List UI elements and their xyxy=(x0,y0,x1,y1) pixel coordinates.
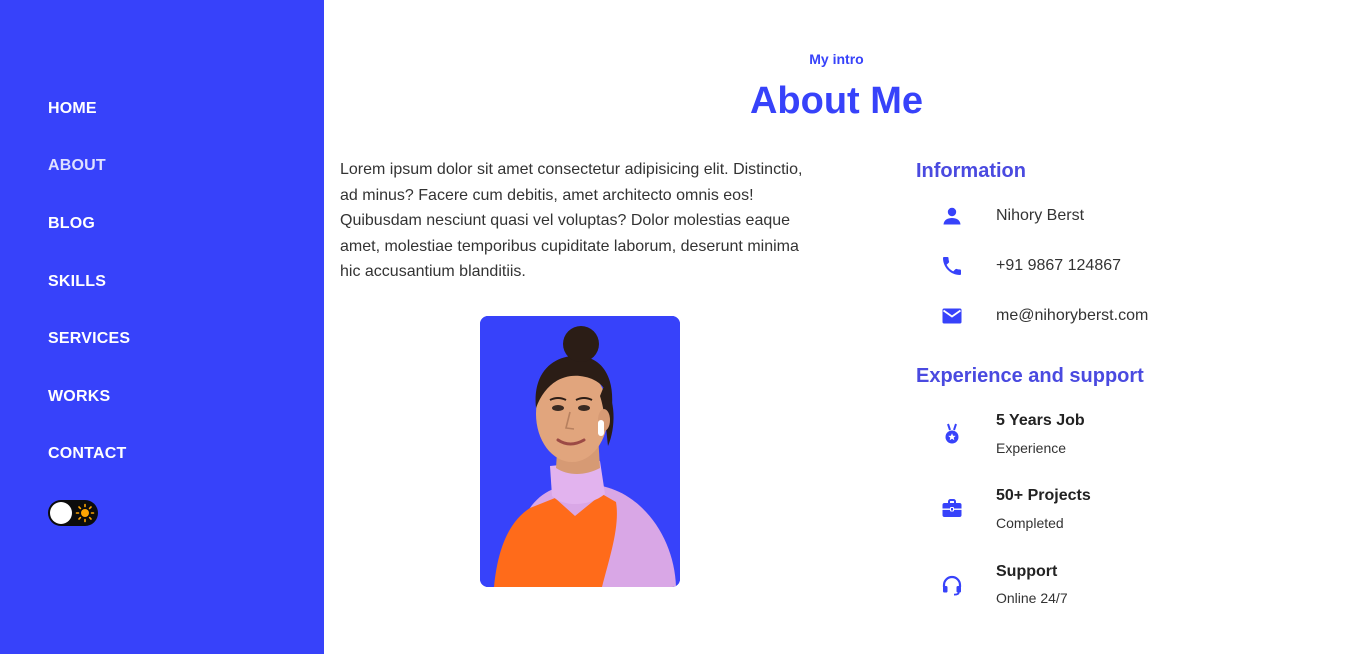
medal-icon xyxy=(945,423,959,444)
briefcase-icon xyxy=(942,499,962,517)
nav-item-about[interactable]: ABOUT xyxy=(48,157,106,175)
about-section: My intro About Me Lorem ipsum dolor sit … xyxy=(324,0,1349,654)
profile-illustration xyxy=(480,316,680,587)
headset-icon xyxy=(942,575,962,596)
profile-photo xyxy=(480,316,680,587)
info-email[interactable]: me@nihoryberst.com xyxy=(996,307,1148,325)
exp-item-subtitle: Experience xyxy=(996,440,1067,456)
user-icon xyxy=(943,207,961,225)
nav-item-skills[interactable]: SKILLS xyxy=(48,273,106,291)
toggle-knob xyxy=(50,502,72,524)
nav-item-home[interactable]: HOME xyxy=(48,100,97,118)
theme-toggle[interactable] xyxy=(48,500,98,526)
exp-item-subtitle: Completed xyxy=(996,515,1064,531)
nav-item-services[interactable]: SERVICES xyxy=(48,330,130,348)
nav-item-blog[interactable]: BLOG xyxy=(48,215,95,233)
sidebar: HOME ABOUT BLOG SKILLS SERVICES WORKS CO… xyxy=(0,0,324,654)
nav-item-contact[interactable]: CONTACT xyxy=(48,445,126,463)
mail-icon xyxy=(942,308,962,324)
exp-item-title: 50+ Projects xyxy=(996,487,1091,504)
information-heading: Information xyxy=(916,160,1026,182)
page-title: About Me xyxy=(749,80,924,122)
info-name: Nihory Berst xyxy=(996,207,1085,224)
exp-item-title: 5 Years Job xyxy=(996,412,1085,429)
exp-item-subtitle: Online 24/7 xyxy=(996,590,1068,606)
exp-item-title: Support xyxy=(996,563,1058,580)
sun-icon xyxy=(75,503,95,523)
nav-item-works[interactable]: WORKS xyxy=(48,388,110,406)
section-subtitle: My intro xyxy=(809,51,864,67)
intro-paragraph: Lorem ipsum dolor sit amet consectetur a… xyxy=(340,161,803,281)
experience-heading: Experience and support xyxy=(916,365,1144,387)
phone-icon xyxy=(943,257,961,275)
info-phone: +91 9867 124867 xyxy=(996,257,1122,274)
